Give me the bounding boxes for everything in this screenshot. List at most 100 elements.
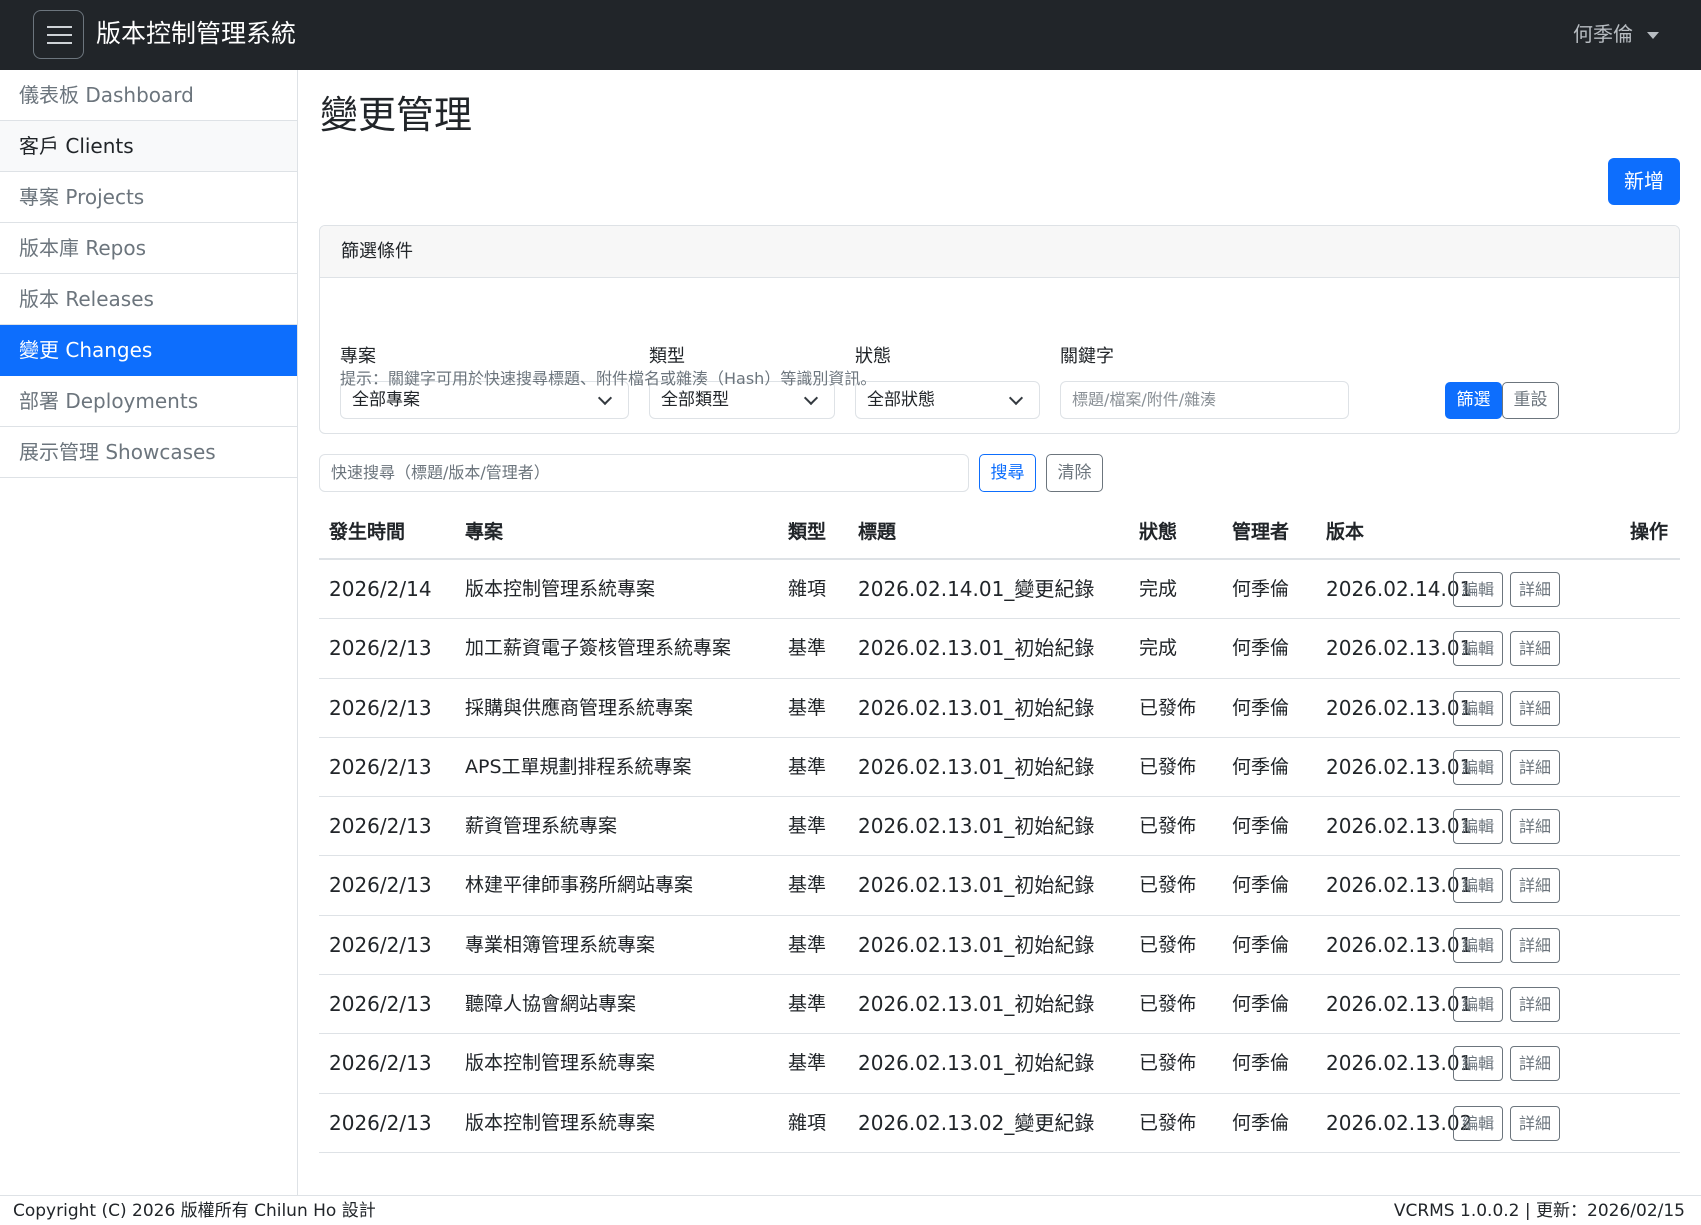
cell-project: 版本控制管理系統專案 [465,578,656,600]
detail-button[interactable]: 詳細 [1510,809,1560,845]
table-row: 2026/2/13 薪資管理系統專案 基準 2026.02.13.01_初始紀錄 已發佈… [319,797,1680,857]
sidebar-item-showcases[interactable]: 展示管理 Showcases [0,427,297,478]
search-button[interactable]: 搜尋 [979,454,1036,492]
edit-button[interactable]: 編輯 [1453,809,1503,845]
detail-button[interactable]: 詳細 [1510,868,1560,904]
cell-date: 2026/2/13 [329,1051,432,1076]
cell-status: 已發佈 [1139,755,1197,778]
table-row: 2026/2/13 版本控制管理系統專案 基準 2026.02.13.01_初始紀錄 已… [319,1034,1680,1094]
reset-button[interactable]: 重設 [1502,382,1559,419]
cell-project: 版本控制管理系統專案 [465,1052,656,1075]
cell-version: 2026.02.13.01 [1326,754,1473,779]
edit-button[interactable]: 編輯 [1453,1105,1503,1141]
detail-button[interactable]: 詳細 [1510,987,1560,1023]
cell-manager: 何季倫 [1232,578,1290,600]
sidebar: 儀表板 Dashboard 客戶 Clients 專案 Projects 版本庫… [0,70,298,1195]
clear-button[interactable]: 清除 [1046,454,1103,492]
cell-type: 基準 [788,696,827,719]
cell-type: 雜項 [788,1111,827,1134]
detail-button[interactable]: 詳細 [1510,572,1560,607]
caret-down-icon[interactable] [1647,32,1659,39]
cell-title: 2026.02.13.01_初始紀錄 [858,695,1095,720]
add-button[interactable]: 新增 [1608,158,1680,205]
project-select-value: 全部專案 [352,390,420,410]
cell-title: 2026.02.13.01_初始紀錄 [858,636,1095,661]
keyword-filter-label: 關鍵字 [1060,346,1114,367]
edit-button[interactable]: 編輯 [1453,572,1503,607]
cell-status: 完成 [1139,578,1178,600]
type-select-value: 全部類型 [661,390,729,410]
sidebar-item-changes[interactable]: 變更 Changes [0,325,297,376]
cell-type: 基準 [788,993,827,1016]
cell-date: 2026/2/13 [329,873,432,898]
sidebar-item-projects[interactable]: 專案 Projects [0,172,297,223]
edit-button[interactable]: 編輯 [1453,1046,1503,1082]
edit-button[interactable]: 編輯 [1453,631,1503,667]
keyword-input[interactable]: 標題/檔案/附件/雜湊 [1060,381,1349,419]
quick-search-input[interactable]: 快速搜尋（標題/版本/管理者） [319,454,969,492]
footer: Copyright (C) 2026 版權所有 Chilun Ho 設計 VCR… [0,1195,1701,1225]
cell-title: 2026.02.13.01_初始紀錄 [858,1051,1095,1076]
sidebar-item-releases[interactable]: 版本 Releases [0,274,297,325]
sidebar-item-dashboard[interactable]: 儀表板 Dashboard [0,70,297,121]
sidebar-item-clients[interactable]: 客戶 Clients [0,121,297,172]
cell-manager: 何季倫 [1232,755,1290,778]
detail-button[interactable]: 詳細 [1510,749,1560,785]
edit-button[interactable]: 編輯 [1453,690,1503,726]
table-row: 2026/2/13 加工薪資電子簽核管理系統專案 基準 2026.02.13.01_初… [319,619,1680,679]
edit-button[interactable]: 編輯 [1453,749,1503,785]
chevron-down-icon [803,390,819,406]
table-body: 2026/2/14 版本控制管理系統專案 雜項 2026.02.14.01_變更紀錄完… [319,560,1680,1153]
changes-table: 發生時間 專案 類型 標題 狀態 管理者 版本 操作 2026/2/14 版本控制… [319,504,1680,1153]
cell-project: 林建平律師事務所網站專案 [465,874,694,897]
version-info: VCRMS 1.0.0.2 | 更新：2026/02/15 [1393,1201,1685,1221]
menu-toggle-icon[interactable] [33,10,84,59]
cell-version: 2026.02.13.01 [1326,695,1473,720]
chevron-down-icon [1008,390,1024,406]
cell-status: 已發佈 [1139,1052,1197,1075]
header-manager: 管理者 [1232,521,1290,543]
filter-hint: 提示：關鍵字可用於快速搜尋標題、附件檔名或雜湊（Hash）等識別資訊。 [340,369,877,388]
detail-button[interactable]: 詳細 [1510,690,1560,726]
cell-manager: 何季倫 [1232,1052,1290,1075]
cell-type: 基準 [788,815,827,838]
cell-date: 2026/2/14 [329,577,432,601]
edit-button[interactable]: 編輯 [1453,927,1503,963]
app-title[interactable]: 版本控制管理系統 [96,16,296,52]
header-status: 狀態 [1139,521,1178,543]
user-menu[interactable]: 何季倫 [1573,18,1633,50]
cell-status: 已發佈 [1139,696,1197,719]
sidebar-item-deployments[interactable]: 部署 Deployments [0,376,297,427]
cell-title: 2026.02.13.02_變更紀錄 [858,1110,1095,1135]
detail-button[interactable]: 詳細 [1510,631,1560,667]
cell-project: 聽障人協會網站專案 [465,993,637,1016]
cell-status: 已發佈 [1139,874,1197,897]
cell-date: 2026/2/13 [329,814,432,839]
detail-button[interactable]: 詳細 [1510,1105,1560,1141]
cell-status: 已發佈 [1139,815,1197,838]
cell-manager: 何季倫 [1232,993,1290,1016]
detail-button[interactable]: 詳細 [1510,927,1560,963]
detail-button[interactable]: 詳細 [1510,1046,1560,1082]
header-project: 專案 [465,521,504,543]
edit-button[interactable]: 編輯 [1453,868,1503,904]
cell-date: 2026/2/13 [329,1110,432,1135]
status-select[interactable]: 全部狀態 [855,381,1040,419]
main-content: 變更管理 新增 篩選條件 專案 類型 狀態 關鍵字 全部專案 全部類型 全部狀態… [298,70,1701,1195]
filter-button[interactable]: 篩選 [1445,382,1502,419]
cell-type: 基準 [788,637,827,660]
cell-project: 採購與供應商管理系統專案 [465,696,694,719]
cell-type: 基準 [788,1052,827,1075]
cell-type: 基準 [788,933,827,956]
cell-title: 2026.02.13.01_初始紀錄 [858,873,1095,898]
cell-manager: 何季倫 [1232,637,1290,660]
cell-date: 2026/2/13 [329,754,432,779]
cell-type: 雜項 [788,578,827,600]
edit-button[interactable]: 編輯 [1453,987,1503,1023]
sidebar-item-repos[interactable]: 版本庫 Repos [0,223,297,274]
cell-title: 2026.02.13.01_初始紀錄 [858,932,1095,957]
cell-project: 專業相簿管理系統專案 [465,933,656,956]
cell-status: 已發佈 [1139,1111,1197,1134]
header-type: 類型 [788,521,827,543]
cell-project: APS工單規劃排程系統專案 [465,755,692,778]
